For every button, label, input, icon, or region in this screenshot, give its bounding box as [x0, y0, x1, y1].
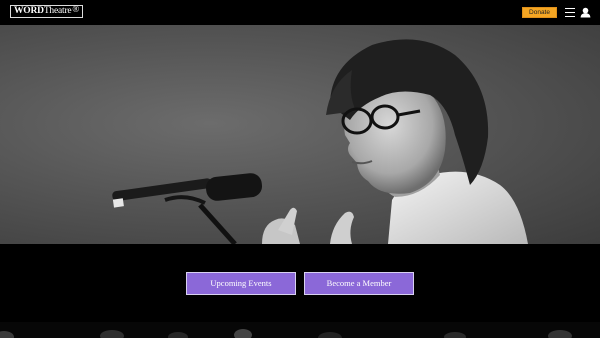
- user-icon[interactable]: [580, 7, 591, 18]
- top-navigation-bar: WORDTheatre® Donate: [0, 0, 600, 25]
- upcoming-events-button[interactable]: Upcoming Events: [186, 272, 296, 295]
- audience-photo-strip: [0, 322, 600, 338]
- logo-word-text: WORD: [14, 6, 44, 16]
- hero-image: [112, 39, 528, 244]
- wordtheatre-logo[interactable]: WORDTheatre®: [10, 4, 84, 18]
- become-member-button[interactable]: Become a Member: [304, 272, 414, 295]
- hero-carousel[interactable]: [0, 25, 600, 244]
- hamburger-menu-icon[interactable]: [565, 8, 575, 17]
- logo-registered-mark: ®: [72, 4, 80, 14]
- donate-button[interactable]: Donate: [522, 7, 557, 18]
- logo-theatre-text: Theatre: [43, 6, 72, 16]
